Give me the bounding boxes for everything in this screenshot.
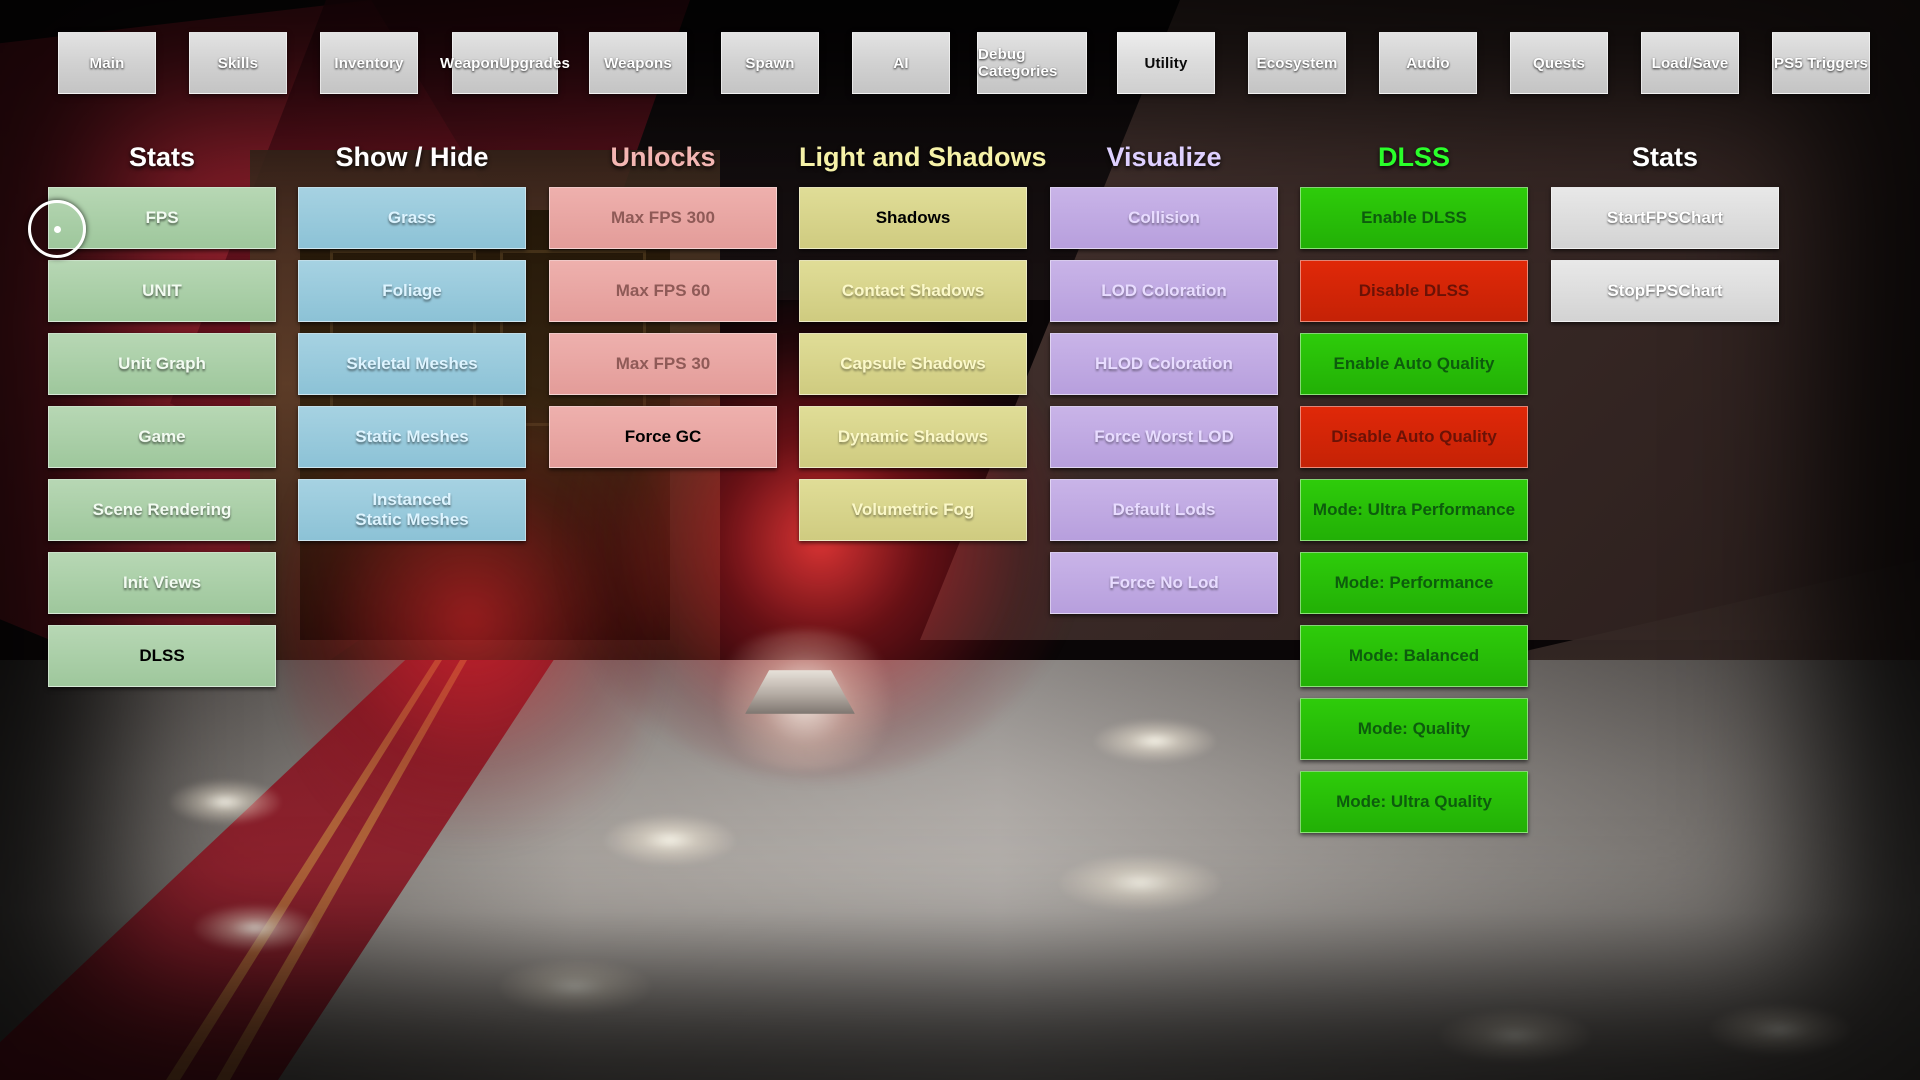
debug-menu-columns: Stats FPS UNIT Unit Graph Game Scene Renderin… — [0, 0, 1920, 1080]
column-stats_right: Stats StartFPSChart StopFPSChart — [1551, 142, 1779, 333]
menu-button-shadows[interactable]: Shadows — [799, 187, 1027, 249]
column-header-stats: Stats — [128, 142, 196, 172]
menu-button-startfpschart[interactable]: StartFPSChart — [1551, 187, 1779, 249]
menu-button-max-fps-60[interactable]: Max FPS 60 — [549, 260, 777, 322]
cursor-center-dot — [53, 225, 61, 233]
menu-button-max-fps-30[interactable]: Max FPS 30 — [549, 333, 777, 395]
column-header-stats_right: Stats — [1631, 142, 1699, 172]
menu-button-max-fps-300[interactable]: Max FPS 300 — [549, 187, 777, 249]
menu-button-disable-dlss[interactable]: Disable DLSS — [1300, 260, 1528, 322]
column-unlocks: Unlocks Max FPS 300 Max FPS 60 Max FPS 30 Fo… — [549, 142, 777, 479]
column-header-lightshadows: Light and Shadows — [799, 142, 1047, 172]
menu-button-mode-performance[interactable]: Mode: Performance — [1300, 552, 1528, 614]
menu-button-mode-quality[interactable]: Mode: Quality — [1300, 698, 1528, 760]
column-lightshadows: Light and Shadows Shadows Contact Shadows C… — [799, 142, 1047, 552]
menu-button-force-worst-lod[interactable]: Force Worst LOD — [1050, 406, 1278, 468]
menu-button-default-lods[interactable]: Default Lods — [1050, 479, 1278, 541]
menu-button-force-gc[interactable]: Force GC — [549, 406, 777, 468]
menu-button-init-views[interactable]: Init Views — [48, 552, 276, 614]
menu-button-contact-shadows[interactable]: Contact Shadows — [799, 260, 1027, 322]
menu-button-collision[interactable]: Collision — [1050, 187, 1278, 249]
menu-button-enable-dlss[interactable]: Enable DLSS — [1300, 187, 1528, 249]
column-header-dlss: DLSS — [1377, 142, 1450, 172]
menu-button-mode-ultra-performance[interactable]: Mode: Ultra Performance — [1300, 479, 1528, 541]
column-visualize: Visualize Collision LOD Coloration HLOD Col… — [1050, 142, 1278, 625]
menu-button-volumetric-fog[interactable]: Volumetric Fog — [799, 479, 1027, 541]
menu-button-hlod-coloration[interactable]: HLOD Coloration — [1050, 333, 1278, 395]
menu-button-disable-auto-quality[interactable]: Disable Auto Quality — [1300, 406, 1528, 468]
menu-button-dynamic-shadows[interactable]: Dynamic Shadows — [799, 406, 1027, 468]
menu-button-instanced-static-meshes[interactable]: Instanced Static Meshes — [298, 479, 526, 541]
column-header-showhide: Show / Hide — [335, 142, 489, 172]
menu-button-static-meshes[interactable]: Static Meshes — [298, 406, 526, 468]
cursor-reticle-icon[interactable] — [28, 200, 86, 258]
menu-button-mode-ultra-quality[interactable]: Mode: Ultra Quality — [1300, 771, 1528, 833]
menu-button-enable-auto-quality[interactable]: Enable Auto Quality — [1300, 333, 1528, 395]
column-dlss: DLSS Enable DLSS Disable DLSS Enable Auto Q… — [1300, 142, 1528, 844]
menu-button-dlss[interactable]: DLSS — [48, 625, 276, 687]
menu-button-game[interactable]: Game — [48, 406, 276, 468]
menu-button-unit[interactable]: UNIT — [48, 260, 276, 322]
menu-button-unit-graph[interactable]: Unit Graph — [48, 333, 276, 395]
column-header-unlocks: Unlocks — [610, 142, 716, 172]
column-showhide: Show / Hide Grass Foliage Skeletal Meshes St… — [298, 142, 526, 552]
menu-button-grass[interactable]: Grass — [298, 187, 526, 249]
menu-button-foliage[interactable]: Foliage — [298, 260, 526, 322]
column-header-visualize: Visualize — [1106, 142, 1222, 172]
menu-button-scene-rendering[interactable]: Scene Rendering — [48, 479, 276, 541]
menu-button-skeletal-meshes[interactable]: Skeletal Meshes — [298, 333, 526, 395]
menu-button-lod-coloration[interactable]: LOD Coloration — [1050, 260, 1278, 322]
menu-button-force-no-lod[interactable]: Force No Lod — [1050, 552, 1278, 614]
game-viewport: Main Skills Inventory WeaponUpgrades Weapons… — [0, 0, 1920, 1080]
menu-button-capsule-shadows[interactable]: Capsule Shadows — [799, 333, 1027, 395]
menu-button-stopfpschart[interactable]: StopFPSChart — [1551, 260, 1779, 322]
menu-button-mode-balanced[interactable]: Mode: Balanced — [1300, 625, 1528, 687]
